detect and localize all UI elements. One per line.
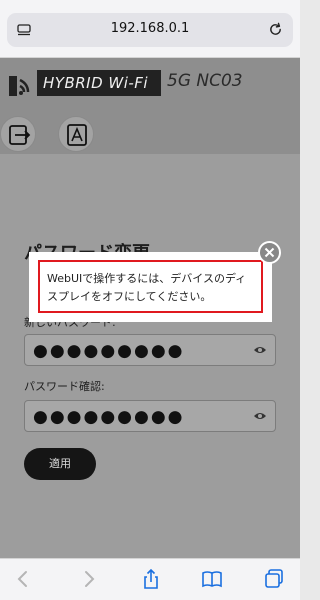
tabs-icon[interactable] — [263, 568, 285, 590]
model-name: 5G NC03 — [167, 71, 243, 91]
close-icon — [264, 247, 275, 258]
confirm-password-value: ●●●●●●●●● — [33, 407, 185, 427]
logout-icon — [9, 125, 31, 145]
reload-icon[interactable] — [268, 22, 283, 37]
confirm-password-label: パスワード確認: — [24, 380, 105, 393]
modal-dialog: WebUIで操作するには、デバイスのディスプレイをオフにしてください。 — [29, 252, 272, 322]
eye-icon[interactable] — [253, 344, 267, 356]
url-text: 192.168.0.1 — [110, 21, 190, 36]
close-button[interactable] — [258, 241, 281, 264]
browser-bottom-toolbar — [0, 558, 300, 600]
logout-button[interactable] — [0, 116, 36, 152]
brand-logo: HYBRID Wi-Fi — [37, 70, 161, 96]
modal-message: WebUIで操作するには、デバイスのディスプレイをオフにしてください。 — [38, 260, 263, 313]
share-icon[interactable] — [140, 568, 162, 590]
confirm-password-field[interactable]: ●●●●●●●●● — [24, 400, 276, 432]
back-icon[interactable] — [12, 568, 34, 590]
apply-button[interactable]: 適用 — [24, 448, 96, 480]
text-size-icon — [67, 124, 87, 146]
logo-wifi-icon — [9, 76, 30, 96]
forward-icon[interactable] — [78, 568, 100, 590]
eye-icon[interactable] — [253, 410, 267, 422]
page-header: HYBRID Wi-Fi 5G NC03 — [0, 58, 300, 154]
browser-top-bar: 192.168.0.1 — [0, 0, 300, 58]
address-bar[interactable]: 192.168.0.1 — [7, 13, 293, 47]
password-form: パスワード変更 新しいパスワード: ●●●●●●●●● パスワード確認: ●●●… — [0, 154, 300, 558]
bookmarks-icon[interactable] — [201, 568, 223, 590]
text-size-button[interactable] — [58, 116, 94, 152]
new-password-field[interactable]: ●●●●●●●●● — [24, 334, 276, 366]
new-password-value: ●●●●●●●●● — [33, 341, 185, 361]
